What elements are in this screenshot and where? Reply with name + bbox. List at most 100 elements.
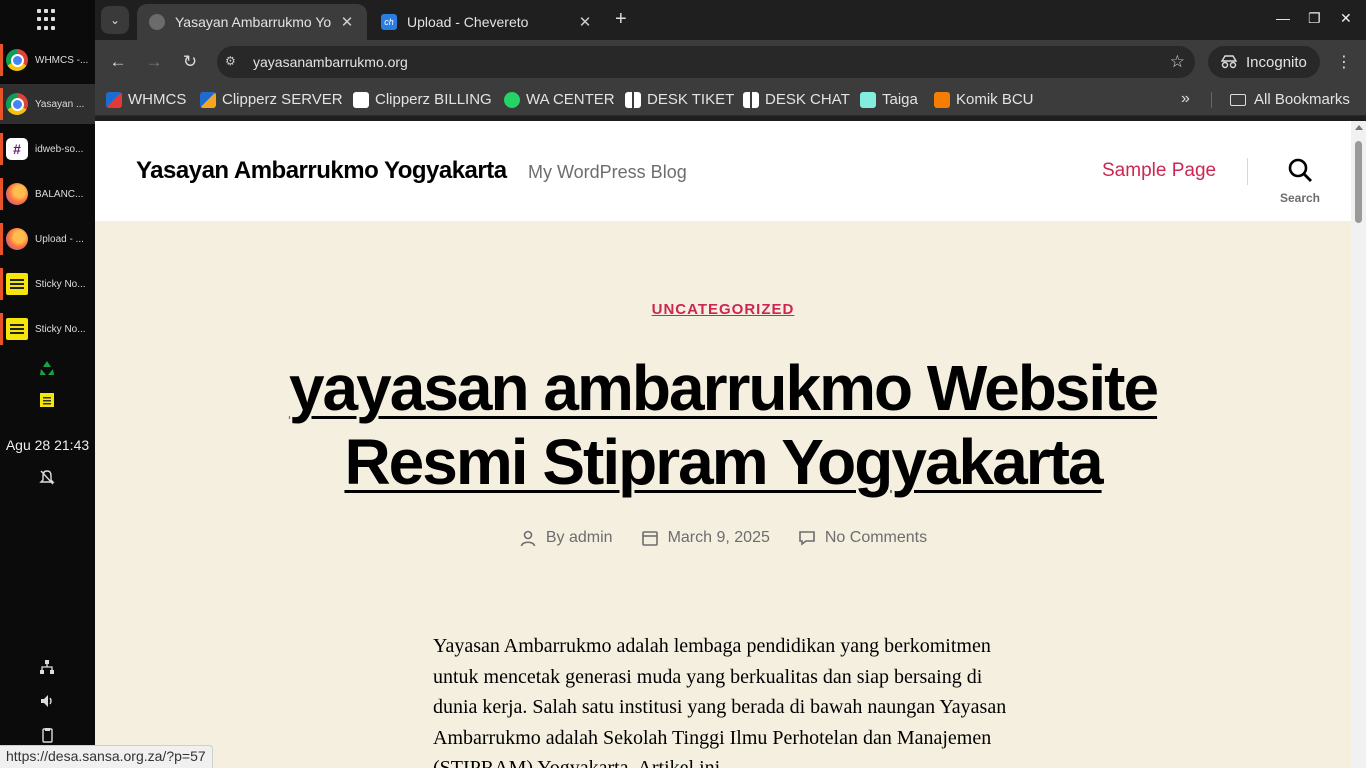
scroll-up-icon[interactable] xyxy=(1355,125,1363,130)
chevron-down-icon: ⌄ xyxy=(109,13,121,27)
tab-title: Yasayan Ambarrukmo Yogyakarta xyxy=(175,14,331,30)
recycle-icon[interactable] xyxy=(38,359,56,377)
tab-title: Upload - Chevereto xyxy=(407,14,529,30)
blogger-icon xyxy=(934,91,950,108)
dock-task-upload[interactable]: Upload - ... xyxy=(0,219,95,259)
tab-strip: ⌄ Yasayan Ambarrukmo Yogyakarta ✕ ch Upl… xyxy=(95,0,1366,40)
close-icon[interactable]: ✕ xyxy=(339,13,355,31)
bookmark-label: Clipperz BILLING xyxy=(375,91,492,108)
bookmark-clipperz-server[interactable]: Clipperz SERVER xyxy=(200,91,343,108)
site-title[interactable]: Yasayan Ambarrukmo Yogyakarta xyxy=(136,157,507,185)
post-author: By admin xyxy=(519,529,613,547)
desk-icon xyxy=(625,91,641,108)
chrome-icon xyxy=(6,93,28,115)
incognito-icon xyxy=(1220,55,1238,69)
tab-yasayan[interactable]: Yasayan Ambarrukmo Yogyakarta ✕ xyxy=(137,4,367,40)
dock-task-idweb[interactable]: # idweb-so... xyxy=(0,129,95,169)
date-link[interactable]: March 9, 2025 xyxy=(668,529,770,547)
folder-icon xyxy=(1230,93,1246,106)
chevereto-icon: ch xyxy=(381,14,397,30)
all-bookmarks-label: All Bookmarks xyxy=(1254,91,1350,108)
restore-icon[interactable]: ❐ xyxy=(1308,10,1321,27)
dock-task-whmcs[interactable]: WHMCS -... xyxy=(0,40,95,80)
dock-task-label: Yasayan ... xyxy=(35,98,85,110)
dock-task-label: WHMCS -... xyxy=(35,54,89,66)
network-icon[interactable] xyxy=(38,658,56,676)
globe-icon xyxy=(149,14,165,30)
bookmark-clipperz-billing[interactable]: Clipperz BILLING xyxy=(353,91,492,108)
bookmark-label: WHMCS xyxy=(128,91,187,108)
taiga-icon xyxy=(860,91,876,108)
volume-icon[interactable] xyxy=(38,692,56,710)
tab-search-button[interactable]: ⌄ xyxy=(101,6,129,34)
back-icon[interactable]: ← xyxy=(108,52,128,72)
dock-task-sticky-2[interactable]: Sticky No... xyxy=(0,309,95,349)
search-button[interactable]: Search xyxy=(1275,157,1325,205)
url-text[interactable]: yayasanambarrukmo.org xyxy=(253,54,408,70)
incognito-label: Incognito xyxy=(1246,53,1307,71)
category-link[interactable]: UNCATEGORIZED xyxy=(652,301,795,318)
author-link[interactable]: admin xyxy=(569,529,613,547)
bookmark-desk-tiket[interactable]: DESK TIKET xyxy=(625,91,734,108)
by-label: By xyxy=(545,529,565,546)
close-icon[interactable]: ✕ xyxy=(577,13,593,31)
bookmark-desk-chat[interactable]: DESK CHAT xyxy=(743,91,850,108)
firefox-icon xyxy=(6,183,28,205)
clipperz-icon xyxy=(200,91,216,108)
page-scrollbar[interactable] xyxy=(1351,121,1366,768)
nav-sample-page[interactable]: Sample Page xyxy=(1102,160,1216,182)
new-tab-icon[interactable]: + xyxy=(615,8,627,31)
sticky-notes-icon xyxy=(6,273,28,295)
dock-clock[interactable]: Agu 28 21:43 xyxy=(0,437,95,453)
post-date: March 9, 2025 xyxy=(641,529,770,547)
site-header: Yasayan Ambarrukmo Yogyakarta My WordPre… xyxy=(95,121,1351,221)
dock-task-label: Upload - ... xyxy=(35,233,84,245)
bookmark-whmcs[interactable]: WHMCS xyxy=(106,91,186,108)
bookmark-star-icon[interactable]: ☆ xyxy=(1170,52,1185,72)
link-status-bubble: https://desa.sansa.org.za/?p=57 xyxy=(0,745,213,768)
tab-upload-chevereto[interactable]: ch Upload - Chevereto ✕ xyxy=(369,4,605,40)
notifications-off-icon[interactable] xyxy=(38,468,56,486)
reload-icon[interactable]: ↻ xyxy=(180,52,200,72)
bookmark-label: DESK CHAT xyxy=(765,91,850,108)
forward-icon[interactable]: → xyxy=(144,52,164,72)
browser-toolbar: ← → ↻ ⚙ yayasanambarrukmo.org ☆ Incognit… xyxy=(95,40,1366,84)
notes-icon[interactable] xyxy=(38,391,56,409)
incognito-badge[interactable]: Incognito xyxy=(1208,46,1320,78)
chrome-icon xyxy=(6,49,28,71)
bookmark-label: Clipperz SERVER xyxy=(222,91,343,108)
address-bar[interactable]: ⚙ yayasanambarrukmo.org ☆ xyxy=(217,46,1195,78)
calendar-icon xyxy=(641,531,658,546)
more-menu-icon[interactable]: ⋮ xyxy=(1336,52,1352,72)
sticky-notes-icon xyxy=(6,318,28,340)
bookmark-komik-bcu[interactable]: Komik BCU xyxy=(934,91,1034,108)
post-title[interactable]: yayasan ambarrukmo Website Resmi Stipram… xyxy=(225,351,1221,499)
bookmarks-bar: WHMCS Clipperz SERVER Clipperz BILLING W… xyxy=(95,84,1366,116)
clipboard-icon[interactable] xyxy=(38,726,56,744)
dock-task-balance[interactable]: BALANC... xyxy=(0,174,95,214)
bookmark-taiga[interactable]: Taiga xyxy=(860,91,918,108)
desk-icon xyxy=(743,91,759,108)
nav-divider xyxy=(1247,158,1248,185)
site-description: My WordPress Blog xyxy=(528,162,687,182)
bookmarks-overflow-icon[interactable]: » xyxy=(1181,90,1190,108)
post-content: Yayasan Ambarrukmo adalah lembaga pendid… xyxy=(433,635,1007,768)
whatsapp-icon xyxy=(504,91,520,108)
site-settings-icon[interactable]: ⚙ xyxy=(225,54,241,70)
dock-task-label: Sticky No... xyxy=(35,323,86,335)
dock-task-yasayan[interactable]: Yasayan ... xyxy=(0,84,95,124)
billing-icon xyxy=(353,91,369,108)
slack-icon: # xyxy=(6,138,28,160)
search-label: Search xyxy=(1279,191,1321,205)
close-window-icon[interactable]: ✕ xyxy=(1340,10,1352,27)
bookmark-wa-center[interactable]: WA CENTER xyxy=(504,91,615,108)
comment-icon xyxy=(799,531,815,546)
dock-task-sticky-1[interactable]: Sticky No... xyxy=(0,264,95,304)
dock-task-label: idweb-so... xyxy=(35,143,84,155)
scrollbar-thumb[interactable] xyxy=(1355,141,1362,223)
comments-link[interactable]: No Comments xyxy=(825,529,927,547)
minimize-icon[interactable]: — xyxy=(1276,10,1290,26)
app-grid-icon[interactable] xyxy=(37,9,59,31)
all-bookmarks-button[interactable]: All Bookmarks xyxy=(1230,91,1350,108)
page-viewport: Yasayan Ambarrukmo Yogyakarta My WordPre… xyxy=(95,121,1366,768)
